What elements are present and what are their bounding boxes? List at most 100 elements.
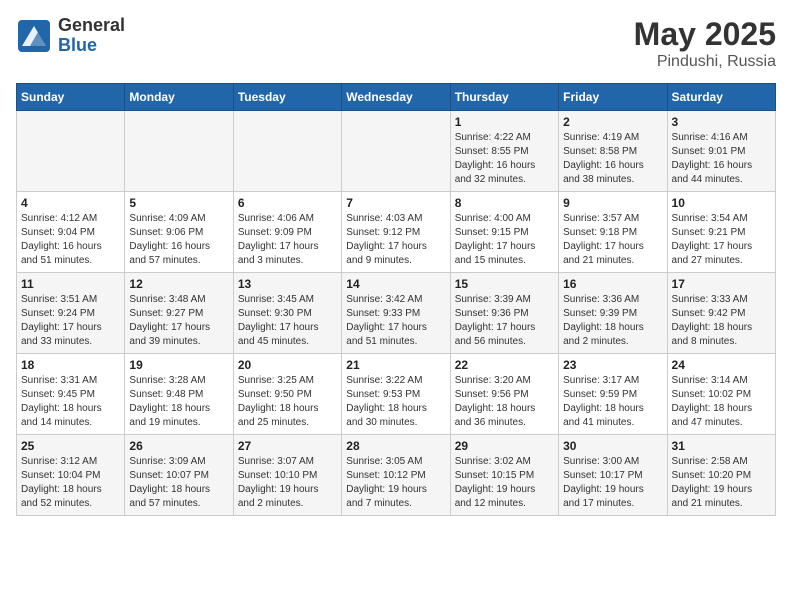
calendar-cell: 15Sunrise: 3:39 AMSunset: 9:36 PMDayligh… (450, 273, 558, 354)
day-number: 2 (563, 115, 662, 129)
header-cell-saturday: Saturday (667, 84, 775, 111)
day-info: Sunrise: 3:25 AMSunset: 9:50 PMDaylight:… (238, 374, 337, 430)
day-info: Sunrise: 3:36 AMSunset: 9:39 PMDaylight:… (563, 293, 662, 349)
day-number: 17 (672, 277, 771, 291)
logo-line2: Blue (58, 36, 125, 56)
day-info: Sunrise: 4:03 AMSunset: 9:12 PMDaylight:… (346, 212, 445, 268)
day-info: Sunrise: 3:51 AMSunset: 9:24 PMDaylight:… (21, 293, 120, 349)
calendar-cell (233, 111, 341, 192)
calendar-cell: 31Sunrise: 2:58 AMSunset: 10:20 PMDaylig… (667, 435, 775, 516)
calendar-cell: 22Sunrise: 3:20 AMSunset: 9:56 PMDayligh… (450, 354, 558, 435)
day-number: 21 (346, 358, 445, 372)
calendar-cell: 2 Sunrise: 4:19 AMSunset: 8:58 PMDaylight… (559, 111, 667, 192)
calendar-title: May 2025 (634, 16, 776, 53)
day-info: Sunrise: 3:05 AMSunset: 10:12 PMDaylight… (346, 455, 445, 511)
day-info: Sunrise: 3:17 AMSunset: 9:59 PMDaylight:… (563, 374, 662, 430)
calendar-cell: 27 Sunrise: 3:07 AMSunset: 10:10 PMDaylig… (233, 435, 341, 516)
calendar-cell: 3 Sunrise: 4:16 AMSunset: 9:01 PMDaylight… (667, 111, 775, 192)
header-cell-thursday: Thursday (450, 84, 558, 111)
day-number: 22 (455, 358, 554, 372)
calendar-cell: 14 Sunrise: 3:42 AMSunset: 9:33 PMDayligh… (342, 273, 450, 354)
day-number: 20 (238, 358, 337, 372)
header-cell-wednesday: Wednesday (342, 84, 450, 111)
logo-icon (16, 18, 52, 54)
header-row: SundayMondayTuesdayWednesdayThursdayFrid… (17, 84, 776, 111)
day-number: 31 (672, 439, 771, 453)
day-info: Sunrise: 3:57 AMSunset: 9:18 PMDaylight:… (563, 212, 662, 268)
day-number: 3 (672, 115, 771, 129)
page-header: General Blue May 2025 Pindushi, Russia (16, 16, 776, 71)
week-row-4: 18 Sunrise: 3:31 AMSunset: 9:45 PMDayligh… (17, 354, 776, 435)
week-row-3: 11 Sunrise: 3:51 AMSunset: 9:24 PMDayligh… (17, 273, 776, 354)
calendar-cell: 4Sunrise: 4:12 AMSunset: 9:04 PMDaylight… (17, 192, 125, 273)
day-info: Sunrise: 4:22 AMSunset: 8:55 PMDaylight:… (455, 131, 554, 187)
logo-line1: General (58, 16, 125, 36)
day-info: Sunrise: 4:09 AMSunset: 9:06 PMDaylight:… (129, 212, 228, 268)
week-row-5: 25 Sunrise: 3:12 AMSunset: 10:04 PMDaylig… (17, 435, 776, 516)
calendar-cell: 25 Sunrise: 3:12 AMSunset: 10:04 PMDaylig… (17, 435, 125, 516)
day-number: 19 (129, 358, 228, 372)
day-number: 25 (21, 439, 120, 453)
calendar-cell: 20 Sunrise: 3:25 AMSunset: 9:50 PMDayligh… (233, 354, 341, 435)
calendar-cell (125, 111, 233, 192)
day-number: 4 (21, 196, 120, 210)
calendar-cell: 5 Sunrise: 4:09 AMSunset: 9:06 PMDaylight… (125, 192, 233, 273)
calendar-cell: 8Sunrise: 4:00 AMSunset: 9:15 PMDaylight… (450, 192, 558, 273)
calendar-cell: 17 Sunrise: 3:33 AMSunset: 9:42 PMDayligh… (667, 273, 775, 354)
logo-text: General Blue (58, 16, 125, 56)
day-number: 12 (129, 277, 228, 291)
day-number: 6 (238, 196, 337, 210)
calendar-cell: 13Sunrise: 3:45 AMSunset: 9:30 PMDayligh… (233, 273, 341, 354)
day-info: Sunrise: 3:22 AMSunset: 9:53 PMDaylight:… (346, 374, 445, 430)
day-info: Sunrise: 3:07 AMSunset: 10:10 PMDaylight… (238, 455, 337, 511)
day-info: Sunrise: 3:54 AMSunset: 9:21 PMDaylight:… (672, 212, 771, 268)
day-number: 26 (129, 439, 228, 453)
calendar-cell: 30 Sunrise: 3:00 AMSunset: 10:17 PMDaylig… (559, 435, 667, 516)
calendar-cell: 1 Sunrise: 4:22 AMSunset: 8:55 PMDaylight… (450, 111, 558, 192)
calendar-cell: 21 Sunrise: 3:22 AMSunset: 9:53 PMDayligh… (342, 354, 450, 435)
header-cell-friday: Friday (559, 84, 667, 111)
calendar-cell: 23Sunrise: 3:17 AMSunset: 9:59 PMDayligh… (559, 354, 667, 435)
calendar-cell (342, 111, 450, 192)
day-info: Sunrise: 3:00 AMSunset: 10:17 PMDaylight… (563, 455, 662, 511)
calendar-cell: 7 Sunrise: 4:03 AMSunset: 9:12 PMDaylight… (342, 192, 450, 273)
day-number: 14 (346, 277, 445, 291)
day-info: Sunrise: 4:16 AMSunset: 9:01 PMDaylight:… (672, 131, 771, 187)
day-number: 5 (129, 196, 228, 210)
day-number: 10 (672, 196, 771, 210)
day-info: Sunrise: 4:06 AMSunset: 9:09 PMDaylight:… (238, 212, 337, 268)
calendar-cell: 19 Sunrise: 3:28 AMSunset: 9:48 PMDayligh… (125, 354, 233, 435)
day-info: Sunrise: 3:31 AMSunset: 9:45 PMDaylight:… (21, 374, 120, 430)
day-info: Sunrise: 3:33 AMSunset: 9:42 PMDaylight:… (672, 293, 771, 349)
calendar-cell: 29Sunrise: 3:02 AMSunset: 10:15 PMDaylig… (450, 435, 558, 516)
calendar-cell: 18 Sunrise: 3:31 AMSunset: 9:45 PMDayligh… (17, 354, 125, 435)
calendar-cell: 11 Sunrise: 3:51 AMSunset: 9:24 PMDayligh… (17, 273, 125, 354)
day-number: 18 (21, 358, 120, 372)
title-block: May 2025 Pindushi, Russia (634, 16, 776, 71)
day-number: 30 (563, 439, 662, 453)
day-number: 27 (238, 439, 337, 453)
calendar-table: SundayMondayTuesdayWednesdayThursdayFrid… (16, 83, 776, 516)
day-number: 16 (563, 277, 662, 291)
header-cell-monday: Monday (125, 84, 233, 111)
calendar-subtitle: Pindushi, Russia (634, 53, 776, 71)
calendar-cell (17, 111, 125, 192)
day-info: Sunrise: 3:45 AMSunset: 9:30 PMDaylight:… (238, 293, 337, 349)
calendar-cell: 9Sunrise: 3:57 AMSunset: 9:18 PMDaylight… (559, 192, 667, 273)
day-info: Sunrise: 3:12 AMSunset: 10:04 PMDaylight… (21, 455, 120, 511)
calendar-cell: 12Sunrise: 3:48 AMSunset: 9:27 PMDayligh… (125, 273, 233, 354)
calendar-cell: 10 Sunrise: 3:54 AMSunset: 9:21 PMDayligh… (667, 192, 775, 273)
day-number: 1 (455, 115, 554, 129)
header-cell-tuesday: Tuesday (233, 84, 341, 111)
day-info: Sunrise: 3:28 AMSunset: 9:48 PMDaylight:… (129, 374, 228, 430)
day-number: 11 (21, 277, 120, 291)
calendar-cell: 6 Sunrise: 4:06 AMSunset: 9:09 PMDaylight… (233, 192, 341, 273)
calendar-cell: 28Sunrise: 3:05 AMSunset: 10:12 PMDaylig… (342, 435, 450, 516)
day-number: 7 (346, 196, 445, 210)
week-row-1: 1 Sunrise: 4:22 AMSunset: 8:55 PMDaylight… (17, 111, 776, 192)
day-info: Sunrise: 4:19 AMSunset: 8:58 PMDaylight:… (563, 131, 662, 187)
day-info: Sunrise: 3:09 AMSunset: 10:07 PMDaylight… (129, 455, 228, 511)
day-info: Sunrise: 3:42 AMSunset: 9:33 PMDaylight:… (346, 293, 445, 349)
calendar-cell: 16 Sunrise: 3:36 AMSunset: 9:39 PMDayligh… (559, 273, 667, 354)
day-info: Sunrise: 3:02 AMSunset: 10:15 PMDaylight… (455, 455, 554, 511)
